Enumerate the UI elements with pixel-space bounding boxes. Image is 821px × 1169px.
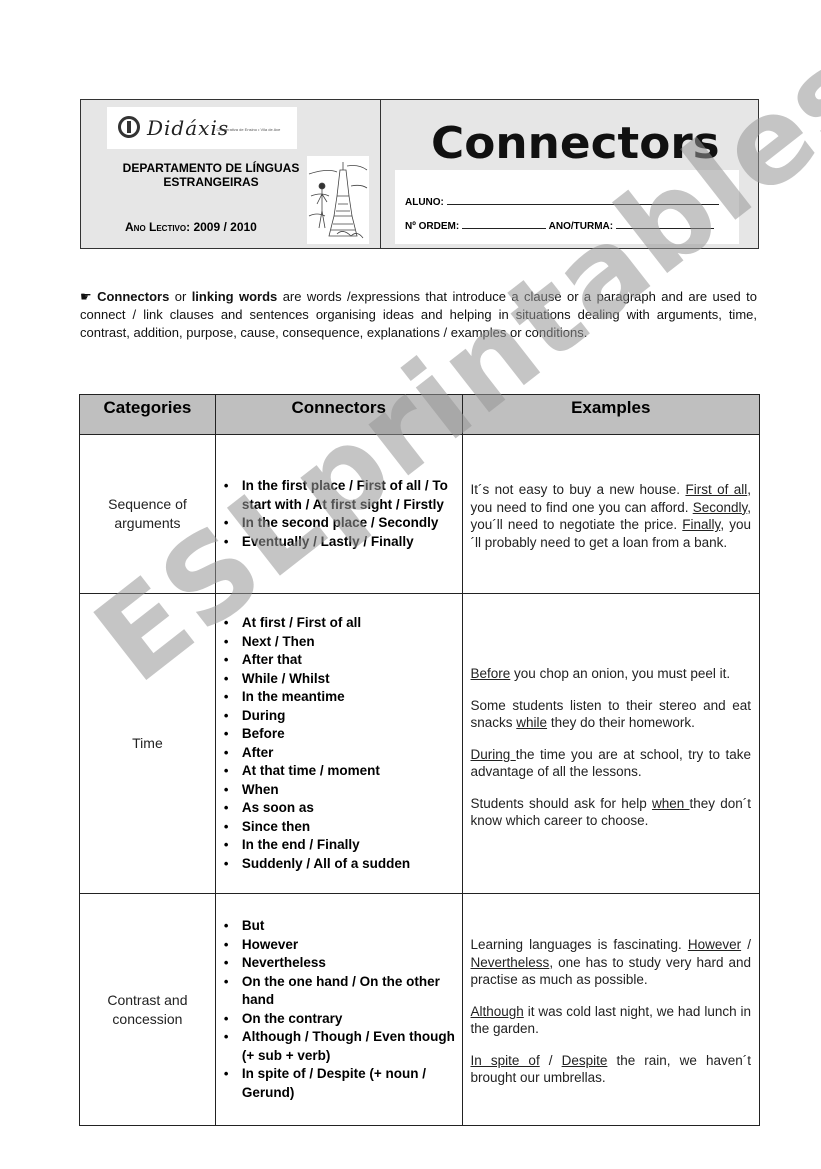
connectors-cell: In the first place / First of all / To s… <box>214 434 463 594</box>
title-panel: Connectors ALUNO: Nº ORDEM: ANO/TURMA: <box>381 100 758 248</box>
worksheet-title: Connectors <box>431 118 720 169</box>
pointing-hand-icon: ☛ <box>80 289 92 304</box>
connector-item: Nevertheless <box>224 954 456 973</box>
connectors-table: Categories Connectors Examples Sequence … <box>79 394 761 1126</box>
example-text: you chop an onion, you must peel it. <box>510 666 731 682</box>
connector-item: Before <box>224 725 456 744</box>
connector-item: In spite of / Despite (+ noun / Gerund) <box>224 1065 456 1102</box>
connector-item: Although / Though / Even though (+ sub +… <box>224 1028 456 1065</box>
highlighted-connector: Nevertheless <box>470 954 550 970</box>
example-text: Learning languages is fascinating. <box>470 937 688 953</box>
school-logo: Didáxis - Cooperativa de Ensino • Vila d… <box>107 107 297 149</box>
connector-item: In the first place / First of all / To s… <box>224 477 456 514</box>
example-sentence: Although it was cold last night, we had … <box>471 1003 751 1038</box>
intro-term-connectors: Connectors <box>97 289 170 304</box>
header-categories: Categories <box>79 394 216 435</box>
intro-joiner: or <box>169 289 192 304</box>
department-line-2: ESTRANGEIRAS <box>163 175 259 189</box>
connector-item: At first / First of all <box>224 614 456 633</box>
examples-cell: It´s not easy to buy a new house. First … <box>461 434 761 594</box>
worksheet-header: Didáxis - Cooperativa de Ensino • Vila d… <box>80 99 759 249</box>
connector-item: However <box>224 936 456 955</box>
department-line-1: DEPARTAMENTO DE LÍNGUAS <box>122 161 300 175</box>
connector-item: Suddenly / All of a sudden <box>224 855 456 874</box>
connector-item: In the second place / Secondly <box>224 514 456 533</box>
highlighted-connector: while <box>516 715 548 731</box>
highlighted-connector: Secondly <box>692 499 748 515</box>
example-text: / <box>741 937 751 953</box>
header-connectors: Connectors <box>214 394 463 435</box>
student-form: ALUNO: Nº ORDEM: ANO/TURMA: <box>395 170 739 244</box>
highlighted-connector: Despite <box>561 1052 608 1068</box>
steering-wheel-icon <box>118 116 140 138</box>
connectors-list: At first / First of allNext / ThenAfter … <box>222 614 456 873</box>
number-label: Nº ORDEM: <box>405 221 460 232</box>
category-cell: Sequence of arguments <box>79 434 216 594</box>
table-row: Sequence of argumentsIn the first place … <box>79 434 761 594</box>
intro-paragraph: ☛ Connectors or linking words are words … <box>80 288 757 342</box>
class-label: ANO/TURMA: <box>548 221 614 232</box>
connector-item: Since then <box>224 818 456 837</box>
highlighted-connector: During <box>470 746 516 762</box>
eiffel-tower-illustration <box>307 156 369 244</box>
highlighted-connector: In spite of <box>470 1052 540 1068</box>
student-name-field[interactable] <box>446 194 719 205</box>
example-sentence: Students should ask for help when they d… <box>471 795 751 830</box>
example-sentence: During the time you are at school, try t… <box>470 746 752 781</box>
example-sentence: Learning languages is fascinating. Howev… <box>471 936 751 989</box>
example-text: they do their homework. <box>547 715 695 731</box>
connector-item: But <box>224 917 456 936</box>
highlighted-connector: Although <box>470 1003 524 1019</box>
table-header-row: Categories Connectors Examples <box>79 394 761 435</box>
header-examples: Examples <box>461 394 761 435</box>
connector-item: During <box>224 707 456 726</box>
department-name: DEPARTAMENTO DE LÍNGUAS ESTRANGEIRAS <box>81 161 341 189</box>
highlighted-connector: when <box>651 795 690 811</box>
connector-item: After that <box>224 651 456 670</box>
connector-item: When <box>224 781 456 800</box>
connector-item: In the end / Finally <box>224 836 456 855</box>
connectors-list: ButHoweverNeverthelessOn the one hand / … <box>222 917 456 1102</box>
intro-term-linking-words: linking words <box>191 289 278 304</box>
logo-tagline: - Cooperativa de Ensino • Vila de Ave <box>214 127 281 132</box>
school-year-label: Ano Lectivo: <box>125 220 191 234</box>
connector-item: While / Whilst <box>224 670 456 689</box>
connectors-list: In the first place / First of all / To s… <box>222 477 456 551</box>
student-name-row: ALUNO: <box>405 194 719 208</box>
connector-item: Next / Then <box>224 633 456 652</box>
class-field[interactable] <box>616 218 715 229</box>
example-sentence: In spite of / Despite the rain, we haven… <box>471 1052 751 1087</box>
example-text: It´s not easy to buy a new house. <box>470 482 686 497</box>
connector-item: Eventually / Lastly / Finally <box>224 533 456 552</box>
highlighted-connector: Before <box>470 666 511 682</box>
school-year: Ano Lectivo: 2009 / 2010 <box>125 220 257 234</box>
category-cell: Time <box>79 593 216 894</box>
examples-cell: Before you chop an onion, you must peel … <box>461 593 761 894</box>
student-name-label: ALUNO: <box>405 197 444 208</box>
connector-item: After <box>224 744 456 763</box>
highlighted-connector: Finally <box>682 517 721 532</box>
connectors-cell: At first / First of allNext / ThenAfter … <box>214 593 463 894</box>
connectors-cell: ButHoweverNeverthelessOn the one hand / … <box>214 893 463 1126</box>
example-sentence: Some students listen to their stereo and… <box>471 697 751 732</box>
connector-item: On the one hand / On the other hand <box>224 973 456 1010</box>
example-text: Students should ask for help <box>470 795 652 811</box>
example-text: / <box>539 1052 562 1068</box>
number-class-row: Nº ORDEM: ANO/TURMA: <box>405 218 715 232</box>
connector-item: At that time / moment <box>224 762 456 781</box>
school-year-value: 2009 / 2010 <box>193 220 257 234</box>
highlighted-connector: First of all <box>685 482 748 497</box>
highlighted-connector: However <box>687 937 742 953</box>
connector-item: On the contrary <box>224 1010 456 1029</box>
table-row: Contrast and concessionButHoweverNeverth… <box>79 893 761 1126</box>
connector-item: As soon as <box>224 799 456 818</box>
connector-item: In the meantime <box>224 688 456 707</box>
table-row: TimeAt first / First of allNext / ThenAf… <box>79 593 761 894</box>
school-info-panel: Didáxis - Cooperativa de Ensino • Vila d… <box>81 100 381 248</box>
example-sentence: It´s not easy to buy a new house. First … <box>471 481 751 551</box>
example-sentence: Before you chop an onion, you must peel … <box>471 665 751 683</box>
category-cell: Contrast and concession <box>79 893 216 1126</box>
number-field[interactable] <box>462 218 547 229</box>
examples-cell: Learning languages is fascinating. Howev… <box>461 893 761 1126</box>
